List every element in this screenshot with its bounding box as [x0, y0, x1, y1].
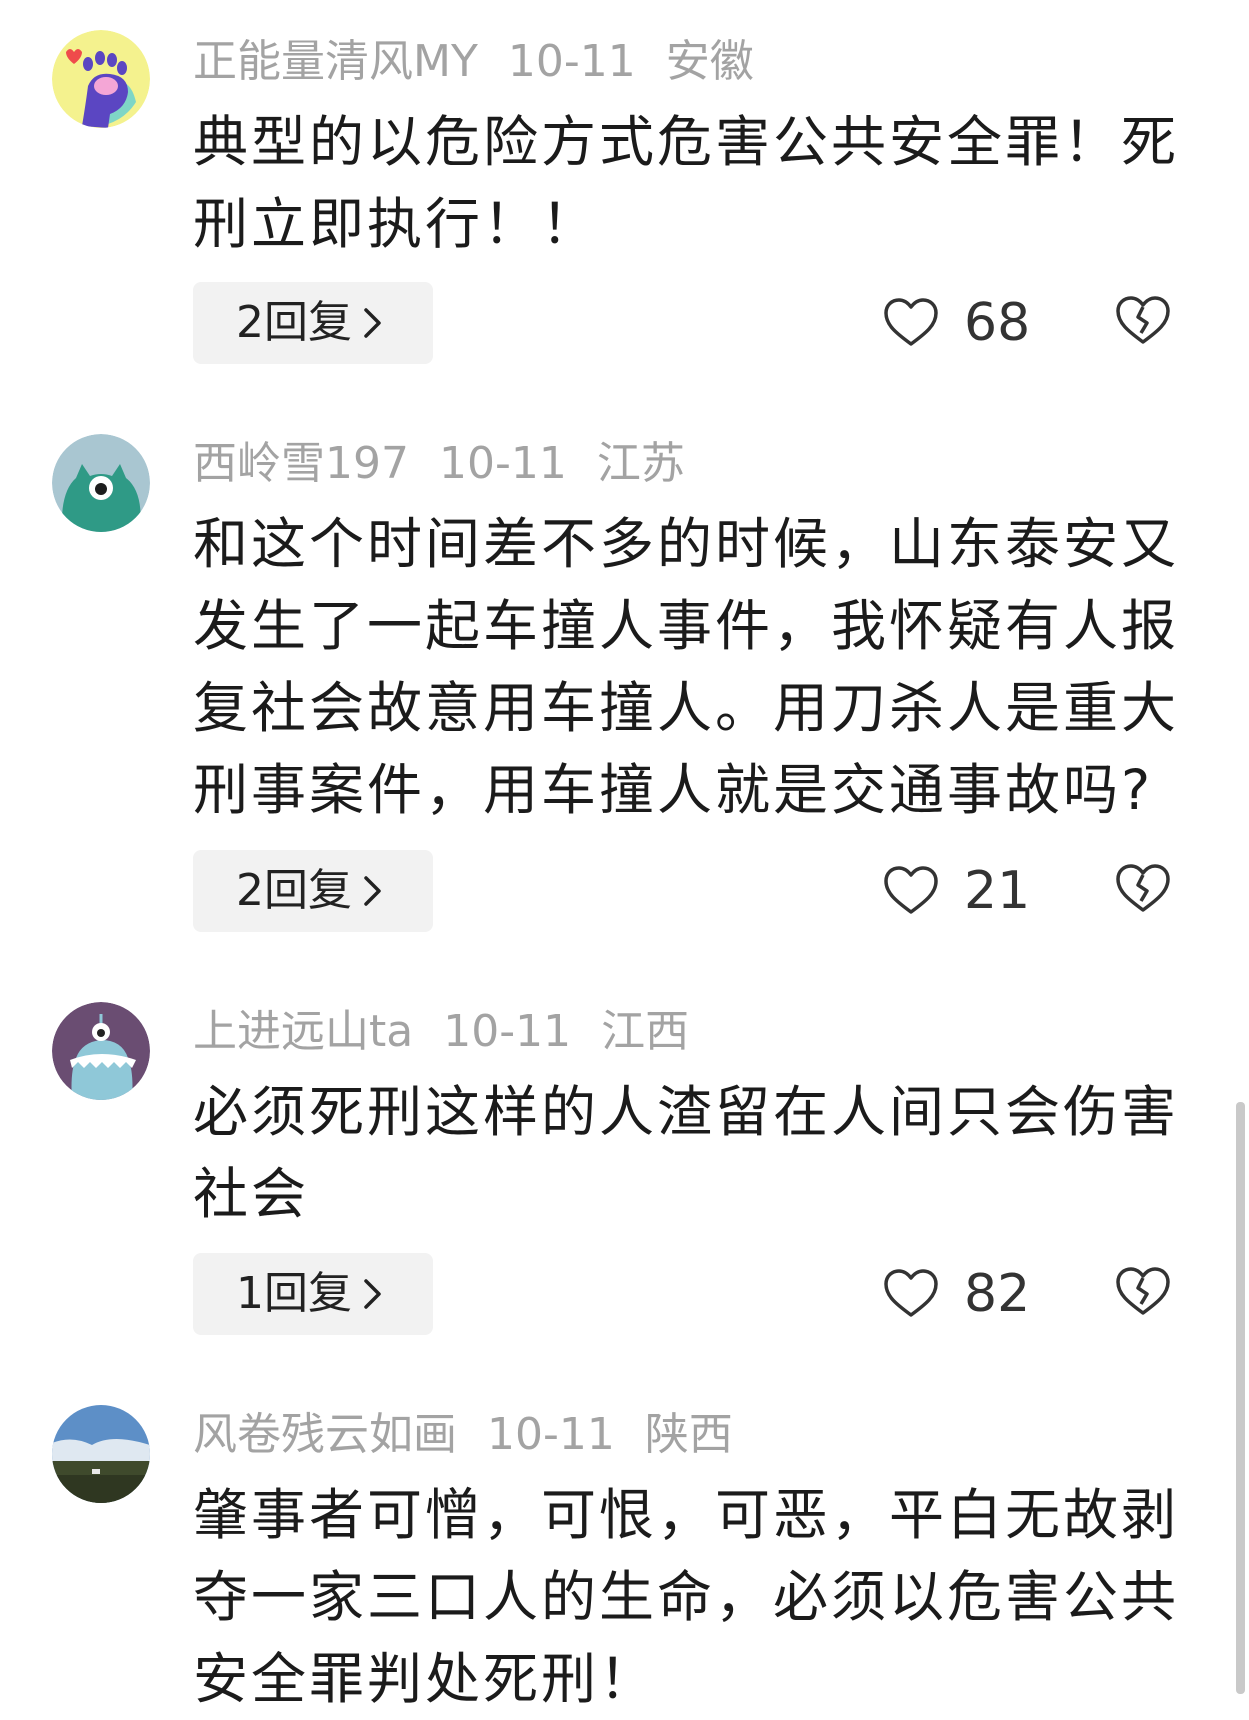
scrollbar[interactable] — [1236, 1102, 1245, 1694]
username[interactable]: 风卷残云如画 — [193, 1409, 457, 1460]
comment-location: 陕西 — [644, 1409, 733, 1460]
comment-item: 风卷残云如画 10-11 陕西 肇事者可憎，可恨，可恶，平白无故剥夺一家三口人的生命… — [0, 0, 1249, 1711]
comment-text: 肇事者可憎，可恨，可恶，平白无故剥夺一家三口人的生命，必须以危害公共安全罪判处死… — [193, 1483, 1180, 1711]
avatar[interactable] — [52, 1405, 150, 1503]
landscape-photo-icon — [52, 1405, 150, 1503]
comment-date: 10-11 — [487, 1409, 615, 1460]
comment-meta: 风卷残云如画 10-11 陕西 — [193, 1405, 763, 1465]
